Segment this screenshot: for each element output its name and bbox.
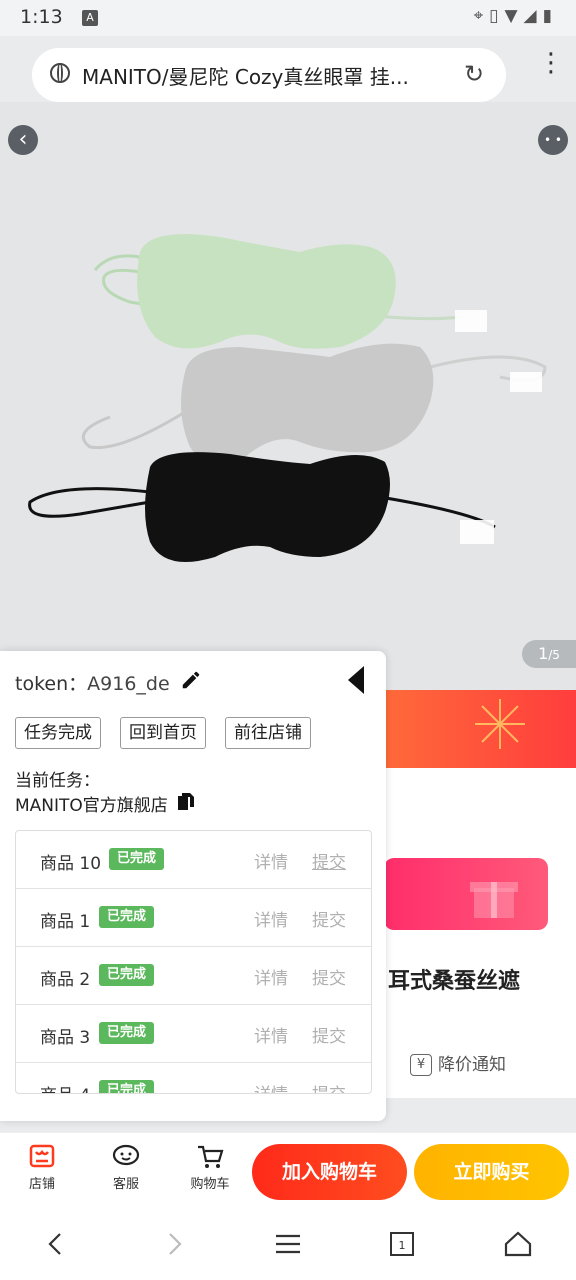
detail-link[interactable]: 详情 — [254, 1022, 288, 1047]
url-text[interactable]: MANITO/曼尼陀 Cozy真丝眼罩 挂... — [82, 61, 442, 90]
notification-icon: A — [82, 10, 98, 26]
status-badge: 已完成 — [99, 964, 155, 986]
detail-link[interactable]: 详情 — [254, 1080, 288, 1093]
image-counter-total: /5 — [548, 648, 560, 662]
detail-link[interactable]: 详情 — [254, 964, 288, 989]
cart-label: 购物车 — [190, 1177, 230, 1192]
black-mask-image — [28, 452, 496, 562]
promo-banner[interactable] — [380, 690, 576, 768]
product-image — [28, 234, 547, 562]
reload-icon[interactable]: ↻ — [464, 60, 484, 88]
status-time: 1:13 — [20, 6, 63, 28]
edit-icon[interactable] — [180, 669, 202, 691]
store-label: 店铺 — [28, 1177, 55, 1192]
task-item-row: 商品 1 已完成 详情 提交 — [16, 889, 371, 947]
coupon-banner[interactable] — [384, 858, 548, 930]
task-complete-button[interactable]: 任务完成 — [15, 717, 101, 749]
go-store-button[interactable]: 前往店铺 — [225, 717, 311, 749]
tabs-icon[interactable]: 1 — [386, 1228, 418, 1260]
back-icon[interactable]: ‹ — [8, 125, 38, 155]
menu-icon[interactable] — [272, 1228, 304, 1260]
current-store-name: MANITO官方旗舰店 — [15, 796, 168, 816]
gift-icon — [470, 882, 518, 918]
system-status-icons: ⌖▯▼◢▮ — [473, 6, 558, 26]
detail-link[interactable]: 详情 — [254, 906, 288, 931]
svg-text:1: 1 — [399, 1239, 406, 1252]
item-name: 商品 10 — [40, 854, 102, 874]
add-to-cart-button[interactable]: 加入购物车 — [252, 1144, 407, 1200]
item-name: 商品 1 — [40, 912, 91, 932]
item-name: 商品 4 — [40, 1081, 90, 1093]
bottom-action-bar: 店铺 客服 购物车 加入购物车 立即购买 — [0, 1132, 576, 1211]
token-label: token： — [15, 673, 88, 695]
promo-card — [380, 768, 576, 1098]
grey-mask-image — [81, 343, 547, 463]
globe-icon — [50, 63, 70, 83]
submit-link[interactable]: 提交 — [312, 848, 346, 873]
submit-link[interactable]: 提交 — [312, 1080, 346, 1093]
item-name: 商品 3 — [40, 1028, 91, 1048]
back-icon[interactable] — [40, 1228, 72, 1260]
current-task-label: 当前任务： — [15, 771, 100, 791]
collapse-panel-icon[interactable] — [348, 666, 364, 694]
task-item-row: 商品 3 已完成 详情 提交 — [16, 1005, 371, 1063]
store-tab[interactable]: 店铺 — [12, 1143, 72, 1192]
firework-icon — [475, 699, 525, 749]
cart-tab[interactable]: 购物车 — [180, 1143, 240, 1192]
browser-navigation-bar: 1 — [0, 1210, 576, 1280]
green-mask-image — [93, 234, 487, 349]
buy-now-button[interactable]: 立即购买 — [414, 1144, 569, 1200]
back-home-button[interactable]: 回到首页 — [120, 717, 206, 749]
status-badge: 已完成 — [99, 1080, 155, 1093]
service-tab[interactable]: 客服 — [96, 1143, 156, 1192]
task-item-row: 商品 2 已完成 详情 提交 — [16, 947, 371, 1005]
item-name: 商品 2 — [40, 970, 91, 990]
service-label: 客服 — [112, 1177, 139, 1192]
price-alert-icon: ¥ — [410, 1054, 432, 1076]
status-bar: 1:13 A ⌖▯▼◢▮ — [0, 0, 576, 36]
task-item-row: 商品 4 已完成 详情 提交 — [16, 1063, 371, 1093]
status-badge: 已完成 — [99, 906, 155, 928]
product-title: 耳式桑蚕丝遮 — [388, 969, 521, 994]
product-gallery[interactable] — [0, 102, 576, 692]
status-badge: 已完成 — [99, 1022, 155, 1044]
token-row: token：A916_de — [15, 669, 170, 696]
image-counter-current: 1 — [538, 644, 549, 663]
task-item-list[interactable]: 商品 10 已完成 详情 提交 商品 1 已完成 详情 提交 商品 2 已完成 … — [15, 830, 372, 1094]
forward-icon[interactable] — [158, 1228, 190, 1260]
service-icon — [112, 1144, 140, 1166]
submit-link[interactable]: 提交 — [312, 906, 346, 931]
home-icon[interactable] — [502, 1228, 534, 1260]
image-counter: 1/5 — [522, 640, 576, 668]
more-icon[interactable]: • • — [538, 125, 568, 155]
detail-link[interactable]: 详情 — [254, 848, 288, 873]
address-bar[interactable]: MANITO/曼尼陀 Cozy真丝眼罩 挂... ↻ — [32, 48, 506, 102]
store-icon — [29, 1144, 55, 1168]
price-alert-label: 降价通知 — [438, 1055, 506, 1075]
price-alert-button[interactable]: ¥ 降价通知 — [410, 1050, 506, 1076]
browser-menu-icon[interactable]: ⋮ — [538, 50, 564, 76]
copy-icon[interactable] — [178, 793, 194, 811]
cart-icon — [198, 1145, 224, 1168]
status-badge: 已完成 — [109, 848, 165, 870]
submit-link[interactable]: 提交 — [312, 1022, 346, 1047]
task-item-row: 商品 10 已完成 详情 提交 — [16, 831, 371, 889]
submit-link[interactable]: 提交 — [312, 964, 346, 989]
task-panel: token：A916_de 任务完成 回到首页 前往店铺 当前任务： MANIT… — [0, 651, 386, 1121]
token-value: A916_de — [87, 673, 170, 695]
